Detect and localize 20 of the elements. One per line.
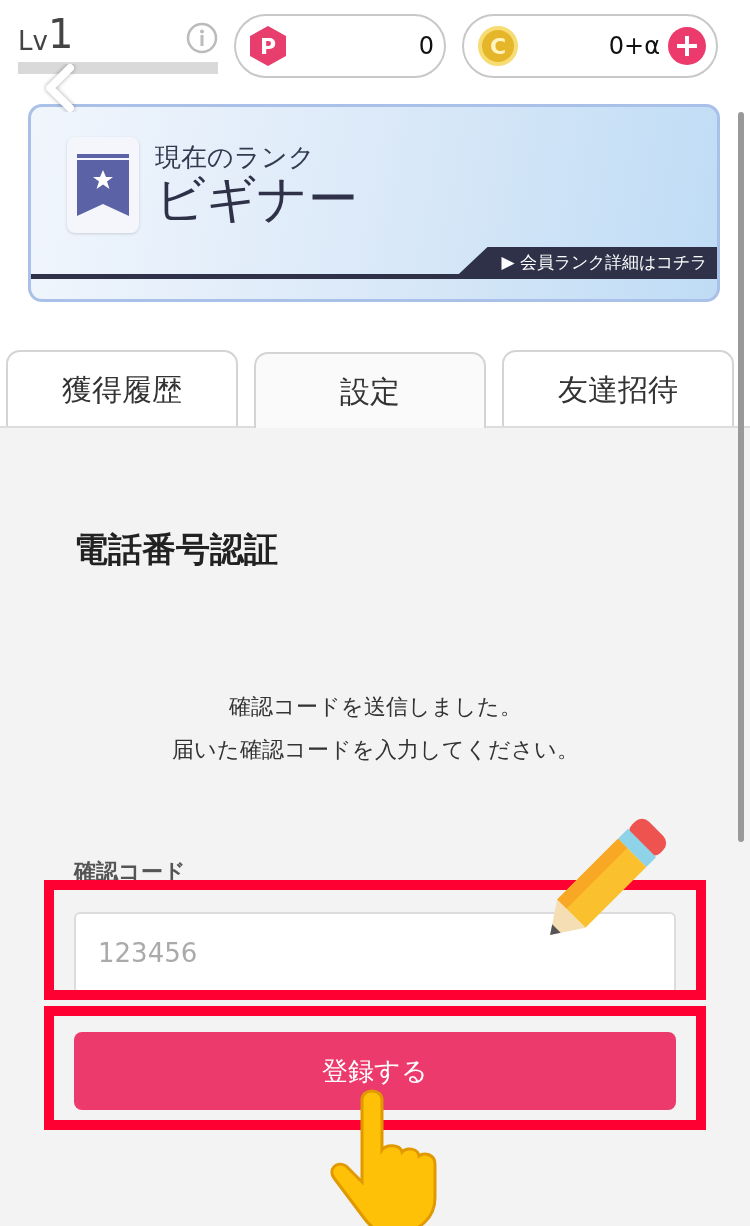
message-line: 届いた確認コードを入力してください。 xyxy=(170,736,580,764)
message-line: 確認コードを送信しました。 xyxy=(227,693,523,721)
ribbon-icon xyxy=(67,137,139,233)
rank-name: ビギナー xyxy=(155,171,358,227)
register-button[interactable]: 登録する xyxy=(74,1032,676,1110)
scrollbar[interactable] xyxy=(738,112,744,842)
rank-caption: 現在のランク xyxy=(155,143,316,172)
tab[interactable]: 友達招待 xyxy=(502,350,734,426)
tab[interactable]: 設定 xyxy=(254,352,486,428)
level-label: Lv xyxy=(18,28,48,54)
rank-banner[interactable]: 現在のランク ビギナー ▶ 会員ランク詳細はコチラ xyxy=(28,104,720,302)
points-value: 0 xyxy=(418,31,434,62)
points-badge: P xyxy=(250,26,286,66)
section-title: 電話番号認証 xyxy=(74,528,279,571)
add-icon[interactable] xyxy=(668,27,706,65)
level-number: 1 xyxy=(47,14,74,54)
coin-badge: C xyxy=(478,26,518,66)
info-icon[interactable] xyxy=(186,22,218,54)
coins-value: 0+α xyxy=(608,31,660,62)
tab[interactable]: 獲得履歴 xyxy=(6,350,238,426)
